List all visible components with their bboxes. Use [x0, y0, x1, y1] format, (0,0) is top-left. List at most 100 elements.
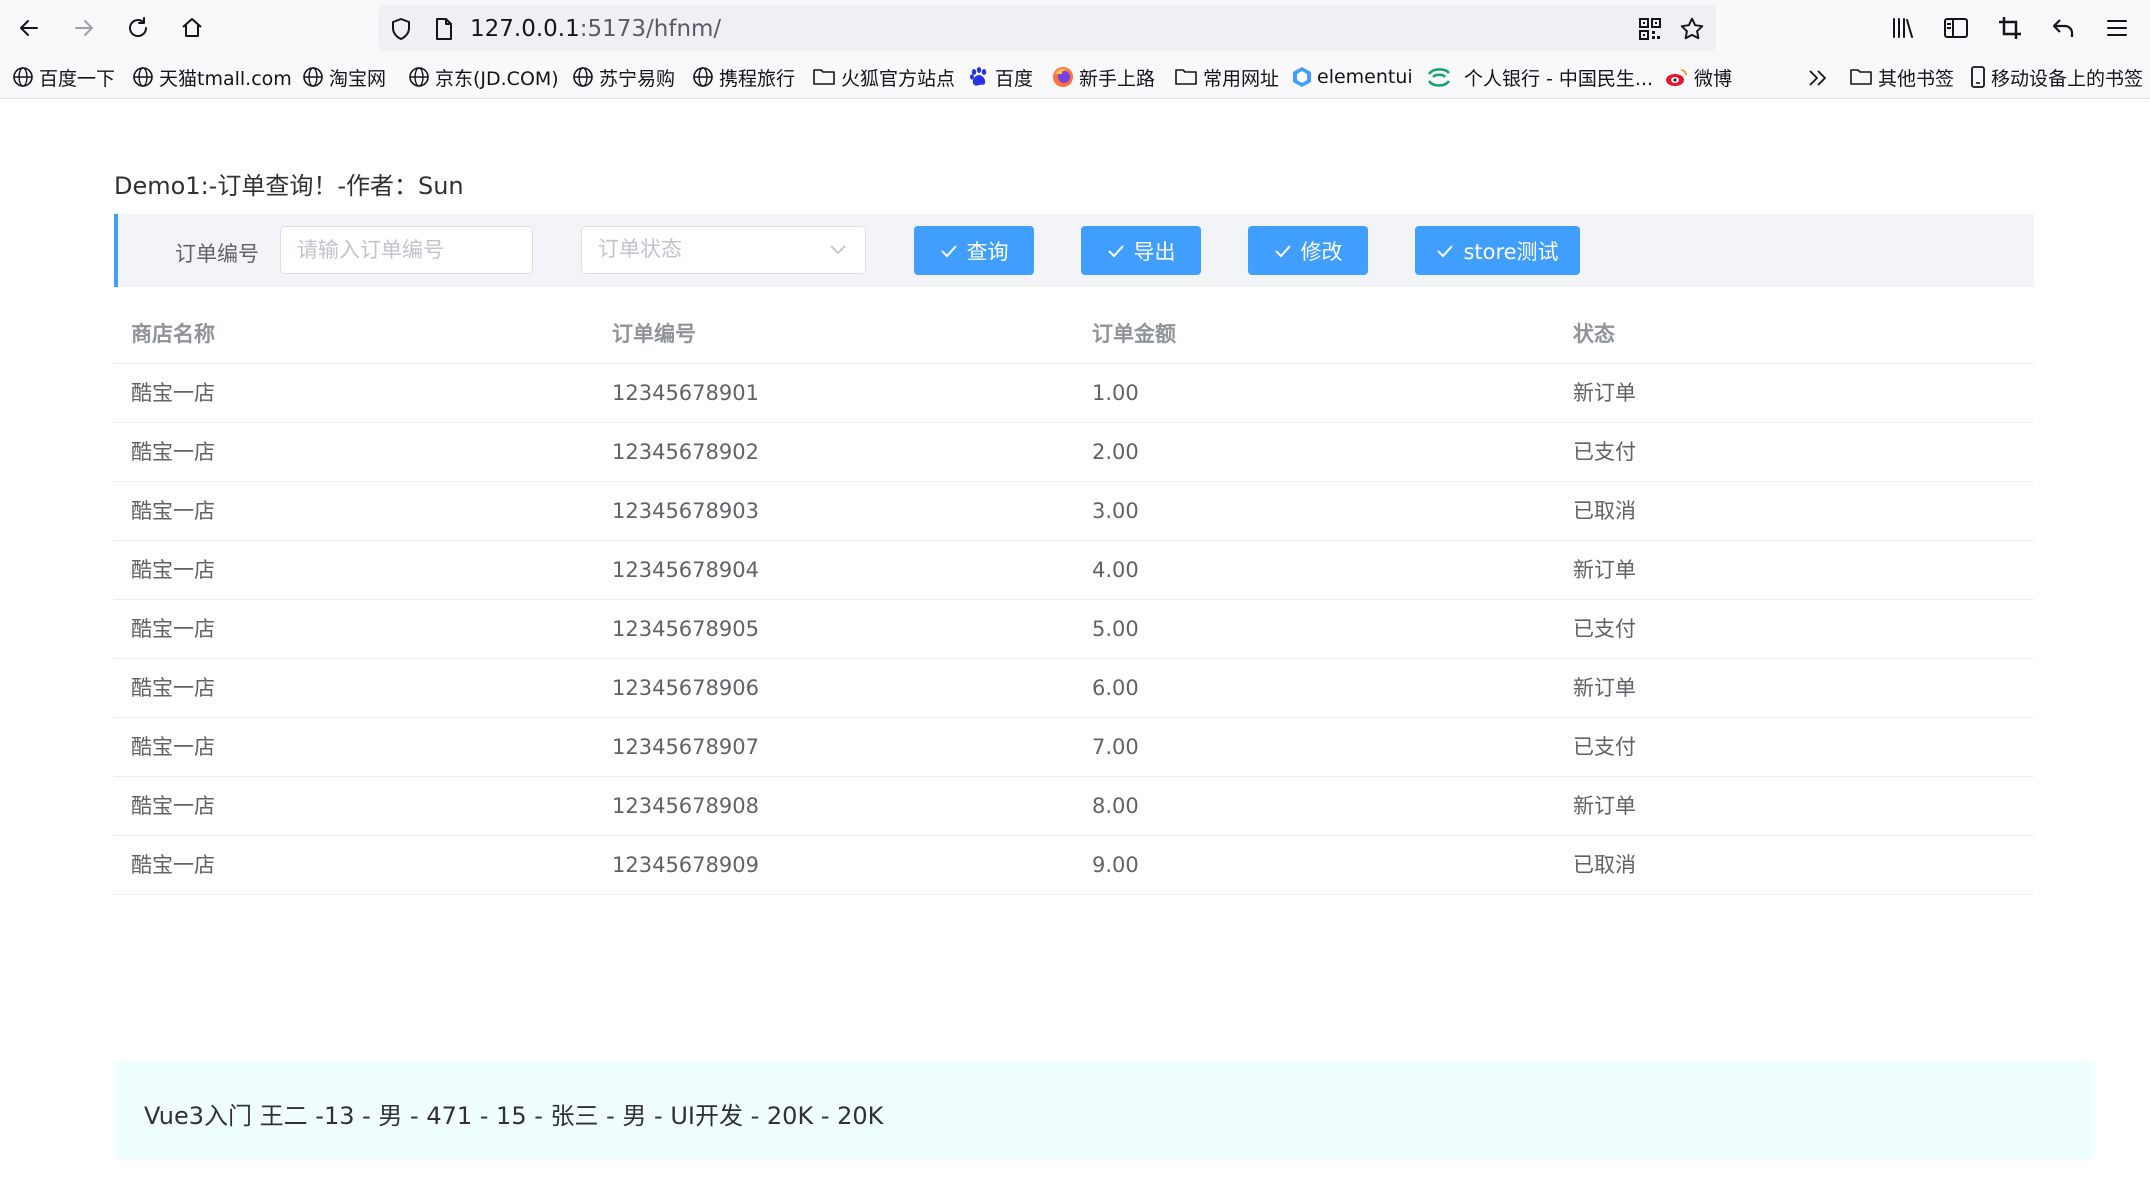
other-bookmarks-folder[interactable]: 其他书签 [1849, 63, 1954, 91]
bookmark-label: 火狐官方站点 [841, 67, 956, 90]
bookmark-label: elementui [1317, 66, 1413, 88]
bookmark-item[interactable]: 百度 [968, 63, 1033, 91]
order-no-input[interactable] [280, 226, 533, 274]
cell-order-no: 12345678907 [612, 735, 759, 759]
cell-shop-name: 酷宝一店 [131, 735, 215, 759]
table-row[interactable]: 酷宝一店 12345678909 9.00 已取消 [114, 836, 2034, 895]
orders-table: 商店名称 订单编号 订单金额 状态 酷宝一店 12345678901 1.00 新订单… [114, 305, 2034, 895]
url-text[interactable]: 127.0.0.1:5173/hfnm/ [470, 16, 721, 42]
browser-toolbar: 127.0.0.1:5173/hfnm/ [0, 0, 2150, 56]
bookmark-label: 百度一下 [39, 67, 116, 90]
edit-button[interactable]: 修改 [1248, 226, 1368, 275]
globe-icon [303, 67, 323, 87]
qr-code-icon[interactable] [1637, 16, 1663, 42]
folder-icon [813, 69, 835, 85]
cell-shop-name: 酷宝一店 [131, 853, 215, 877]
bookmark-item[interactable]: 苏宁易购 [572, 63, 675, 91]
chevron-double-right-icon[interactable] [1805, 66, 1831, 90]
globe-icon [133, 67, 153, 87]
bookmark-item[interactable]: 火狐官方站点 [812, 63, 955, 91]
bookmark-item[interactable]: 常用网址 [1174, 63, 1279, 91]
weibo-icon [1666, 69, 1687, 86]
bookmark-label: 携程旅行 [719, 67, 796, 90]
query-button[interactable]: 查询 [914, 226, 1034, 275]
store-test-button[interactable]: store测试 [1415, 226, 1580, 275]
globe-icon [693, 67, 713, 87]
search-form: 订单编号 订单状态 查询 导出 修改 store测试 [114, 214, 2034, 287]
element-hex-icon [1293, 67, 1311, 87]
cell-shop-name: 酷宝一店 [131, 499, 215, 523]
bookmark-star-icon[interactable] [1678, 15, 1706, 43]
reload-button[interactable] [121, 12, 155, 44]
cell-shop-name: 酷宝一店 [131, 617, 215, 641]
bookmark-item[interactable]: 个人银行 - 中国民生... [1425, 63, 1653, 91]
order-status-select[interactable]: 订单状态 [581, 226, 866, 274]
bookmark-item[interactable]: 淘宝网 [302, 63, 386, 91]
cell-amount: 1.00 [1092, 381, 1139, 405]
cell-order-no: 12345678909 [612, 853, 759, 877]
bookmark-item[interactable]: 携程旅行 [692, 63, 795, 91]
cell-amount: 4.00 [1092, 558, 1139, 582]
library-icon[interactable] [1888, 14, 1918, 42]
bookmark-item[interactable]: 京东(JD.COM) [408, 63, 559, 91]
table-row[interactable]: 酷宝一店 12345678907 7.00 已支付 [114, 718, 2034, 777]
table-row[interactable]: 酷宝一店 12345678901 1.00 新订单 [114, 364, 2034, 423]
home-button[interactable] [175, 12, 209, 44]
table-row[interactable]: 酷宝一店 12345678902 2.00 已支付 [114, 423, 2034, 482]
reload-icon [129, 17, 148, 37]
sidebar-toggle-icon[interactable] [1941, 14, 1971, 42]
table-row[interactable]: 酷宝一店 12345678903 3.00 已取消 [114, 482, 2034, 541]
column-header-order-no: 订单编号 [612, 322, 696, 346]
edit-button-label: 修改 [1300, 239, 1343, 264]
url-bar[interactable]: 127.0.0.1:5173/hfnm/ [378, 5, 1716, 51]
menu-hamburger-icon[interactable] [2102, 14, 2132, 42]
bookmark-label: 常用网址 [1203, 67, 1280, 90]
table-row[interactable]: 酷宝一店 12345678904 4.00 新订单 [114, 541, 2034, 600]
bookmark-item[interactable]: elementui [1292, 63, 1413, 91]
minsheng-bank-icon [1427, 68, 1451, 87]
mobile-bookmarks-folder[interactable]: 移动设备上的书签 [1970, 63, 2143, 91]
home-icon [182, 18, 202, 37]
forward-button[interactable] [67, 12, 101, 44]
footer-panel: Vue3入门 王二 -13 - 男 - 471 - 15 - 张三 - 男 - … [114, 1060, 2094, 1160]
column-header-amount: 订单金额 [1092, 322, 1176, 346]
column-header-shop: 商店名称 [131, 322, 215, 346]
bookmark-item[interactable]: 百度一下 [12, 63, 115, 91]
check-icon [1274, 244, 1291, 257]
bookmark-item[interactable]: 天猫tmall.com [132, 63, 292, 91]
bookmark-label: 京东(JD.COM) [435, 67, 559, 90]
bookmark-item[interactable]: 新手上路 [1052, 63, 1155, 91]
export-button[interactable]: 导出 [1081, 226, 1201, 275]
page-title: Demo1:-订单查询！-作者：Sun [114, 172, 464, 200]
cell-shop-name: 酷宝一店 [131, 558, 215, 582]
page-icon[interactable] [432, 16, 456, 42]
undo-arrow-icon[interactable] [2048, 14, 2078, 42]
mobile-device-icon [1971, 66, 1985, 88]
folder-icon [1850, 69, 1872, 85]
cell-shop-name: 酷宝一店 [131, 676, 215, 700]
back-arrow-icon [20, 20, 38, 36]
cell-amount: 7.00 [1092, 735, 1139, 759]
screenshot-crop-icon[interactable] [1995, 14, 2025, 42]
globe-icon [13, 67, 33, 87]
check-icon [1107, 244, 1124, 257]
cell-status: 新订单 [1573, 794, 1636, 818]
cell-status: 新订单 [1573, 558, 1636, 582]
globe-icon [573, 67, 593, 87]
cell-order-no: 12345678905 [612, 617, 759, 641]
cell-amount: 3.00 [1092, 499, 1139, 523]
back-button[interactable] [12, 12, 46, 44]
footer-text: Vue3入门 王二 -13 - 男 - 471 - 15 - 张三 - 男 - … [144, 1102, 884, 1130]
bookmark-item[interactable]: 微博 [1665, 63, 1732, 91]
bookmark-label: 苏宁易购 [599, 67, 676, 90]
query-button-label: 查询 [966, 239, 1009, 264]
shield-icon[interactable] [388, 16, 414, 42]
folder-icon [1175, 69, 1197, 85]
cell-amount: 6.00 [1092, 676, 1139, 700]
bookmark-label: 天猫tmall.com [159, 67, 292, 90]
table-row[interactable]: 酷宝一店 12345678906 6.00 新订单 [114, 659, 2034, 718]
cell-status: 新订单 [1573, 676, 1636, 700]
table-row[interactable]: 酷宝一店 12345678905 5.00 已支付 [114, 600, 2034, 659]
cell-order-no: 12345678903 [612, 499, 759, 523]
table-row[interactable]: 酷宝一店 12345678908 8.00 新订单 [114, 777, 2034, 836]
